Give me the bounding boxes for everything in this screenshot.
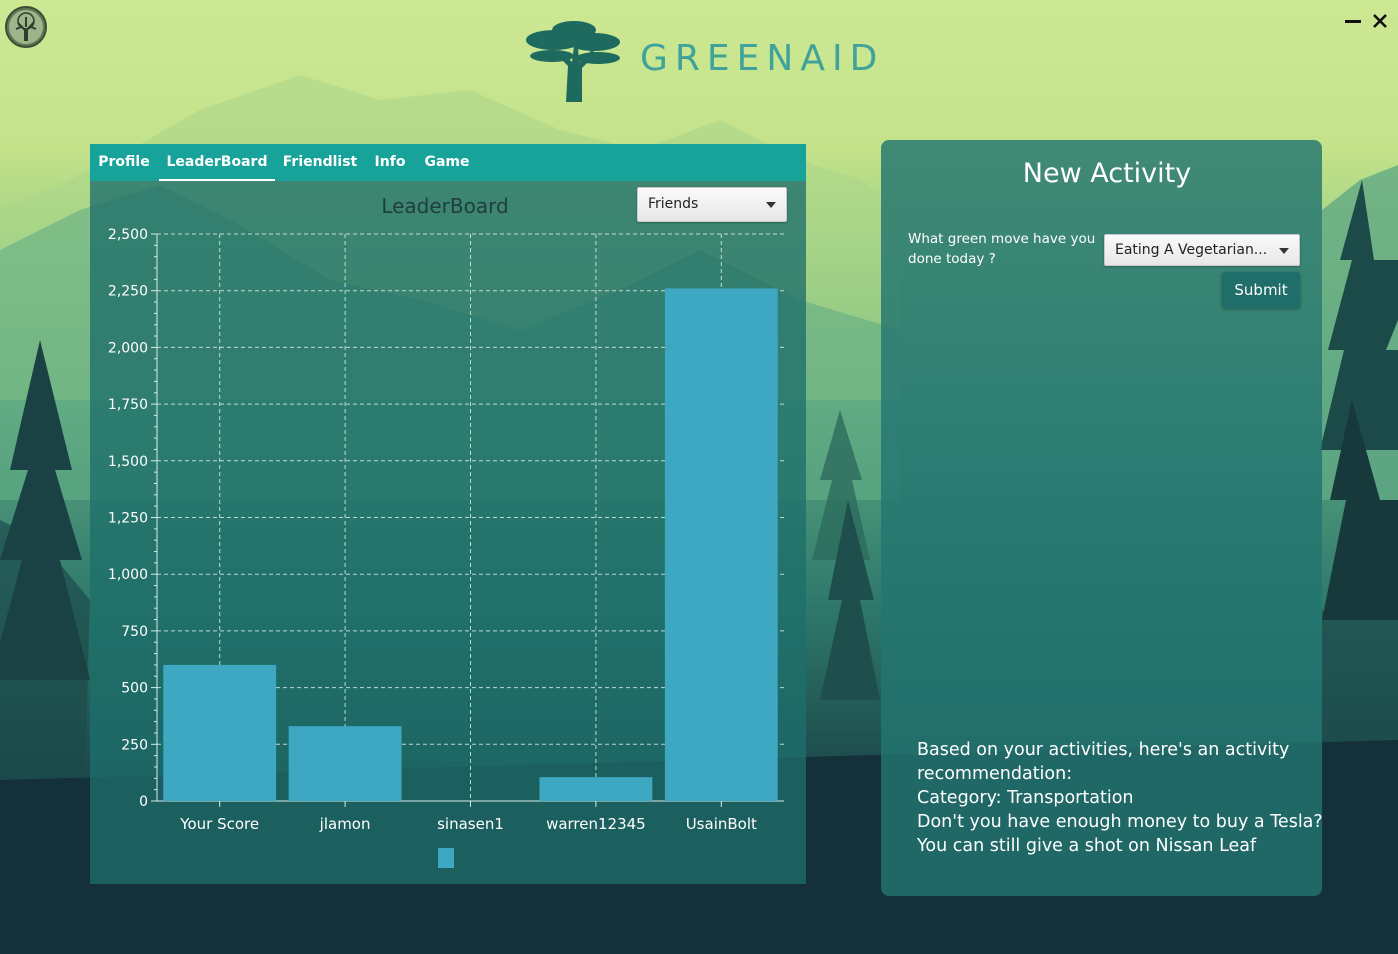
leaderboard-bar-chart: 0 250 500 750 1,000 1,250 1,500 1,750 2,000 2,250… (108, 227, 784, 868)
tab-info[interactable]: Info (368, 144, 412, 181)
y-tick-label: 0 (139, 794, 148, 810)
recommendation-line: recommendation: (917, 764, 1073, 784)
y-tick-label: 1,500 (108, 454, 148, 470)
recommendation-line: Based on your activities, here's an acti… (917, 740, 1290, 760)
activity-question-label: What green move have you done today ? (908, 231, 1096, 267)
leaderboard-panel: Profile LeaderBoard Friendlist Info Game… (90, 144, 806, 884)
main-tab-bar: Profile LeaderBoard Friendlist Info Game (90, 144, 806, 181)
chevron-down-icon (1279, 248, 1289, 254)
tab-leaderboard[interactable]: LeaderBoard (159, 144, 275, 181)
activity-recommendation: Based on your activities, here's an acti… (917, 738, 1323, 858)
tree-emblem-icon[interactable] (4, 5, 48, 49)
y-tick-label: 2,000 (108, 340, 148, 356)
y-tick-label: 250 (121, 737, 148, 753)
legend-swatch (438, 848, 454, 868)
activity-select[interactable]: Eating A Vegetarian... (1104, 234, 1300, 266)
app-logo-text: GREENAID (640, 38, 885, 79)
x-tick-label: jlamon (319, 815, 371, 833)
submit-button[interactable]: Submit (1222, 272, 1300, 308)
x-tick-label: Your Score (179, 815, 259, 833)
new-activity-title: New Activity (1022, 158, 1192, 189)
bar-your-score (163, 664, 277, 801)
x-tick-label: UsainBolt (686, 815, 757, 833)
bar-jlamon (288, 726, 402, 801)
recommendation-line: Category: Transportation (917, 788, 1134, 808)
y-tick-label: 2,250 (108, 284, 148, 300)
y-tick-label: 1,250 (108, 511, 148, 527)
bar-warren12345 (539, 777, 653, 801)
x-tick-label: sinasen1 (437, 815, 504, 833)
acacia-tree-icon (526, 21, 620, 102)
tab-profile[interactable]: Profile (90, 144, 158, 181)
y-tick-label: 1,000 (108, 567, 148, 583)
close-icon[interactable] (1371, 12, 1389, 30)
y-tick-label: 1,750 (108, 397, 148, 413)
tab-game[interactable]: Game (420, 144, 474, 181)
recommendation-line: You can still give a shot on Nissan Leaf (917, 836, 1257, 856)
activity-select-value: Eating A Vegetarian... (1115, 242, 1268, 258)
tab-friendlist[interactable]: Friendlist (280, 144, 360, 181)
bar-usainbolt (664, 288, 778, 801)
y-tick-label: 750 (121, 624, 148, 640)
recommendation-line: Don't you have enough money to buy a Tes… (917, 812, 1323, 832)
y-tick-label: 2,500 (108, 227, 148, 243)
minimize-icon[interactable] (1344, 12, 1362, 30)
y-tick-label: 500 (121, 681, 148, 697)
chevron-down-icon (766, 202, 776, 208)
x-tick-label: warren12345 (546, 815, 646, 833)
new-activity-panel: New Activity What green move have you do… (881, 140, 1323, 896)
